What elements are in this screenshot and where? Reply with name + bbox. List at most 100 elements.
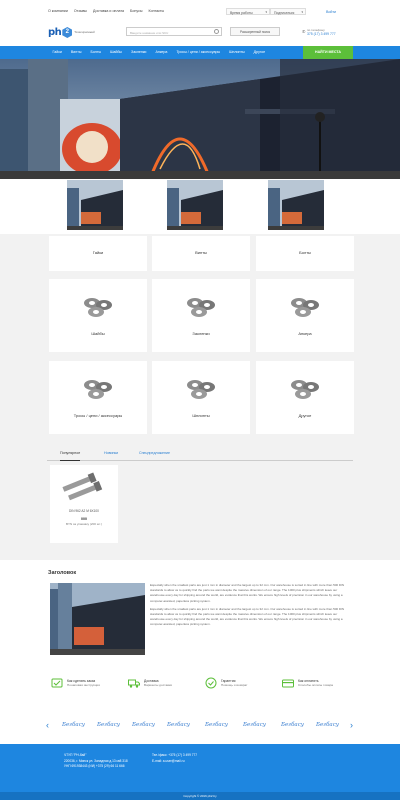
about-text: Especially when the smallest parts are j…	[150, 583, 352, 628]
top-links: О компании Отзывы Доставка и оплата Бону…	[48, 9, 164, 13]
work-hours-dropdown[interactable]: Время работы ▾	[226, 8, 270, 15]
advanced-search-button[interactable]: Расширенный поиск	[230, 27, 280, 36]
top-link-bonuses[interactable]: Бонусы	[130, 9, 142, 13]
category-card[interactable]: Болты	[256, 236, 354, 271]
feature-delivery[interactable]: Доставка Варианты доставки	[127, 676, 172, 690]
fastener-image	[187, 380, 215, 399]
nav-item-bolts[interactable]: Болты	[86, 46, 106, 59]
about-paragraph: Especially when the smallest parts are j…	[150, 583, 345, 603]
nav-item-screws[interactable]: Винты	[66, 46, 86, 59]
fastener-image	[291, 298, 319, 317]
brand-logo[interactable]: Бегбасу	[205, 722, 228, 728]
gallery-thumb[interactable]	[167, 180, 223, 230]
brand-logo[interactable]: Бегбасу	[62, 722, 85, 728]
gallery-thumb[interactable]	[268, 180, 324, 230]
brand-logo[interactable]: Бегбасу	[243, 722, 266, 728]
top-link-about[interactable]: О компании	[48, 9, 68, 13]
feature-sub: Помощь и возврат	[221, 683, 248, 688]
chevron-left-icon[interactable]: ‹	[46, 720, 49, 730]
top-link-reviews[interactable]: Отзывы	[74, 9, 87, 13]
nav-item-other[interactable]: Другое	[249, 46, 269, 59]
brands-carousel: ‹ Бегбасу Бегбасу Бегбасу Бегбасу Бегбас…	[0, 708, 400, 744]
brand-logo[interactable]: Бегбасу	[132, 722, 155, 728]
category-card[interactable]: Заклепки	[152, 279, 250, 352]
category-card[interactable]: Шайбы	[49, 279, 147, 352]
nav-item-washers[interactable]: Шайбы	[106, 46, 127, 59]
brand-logo[interactable]: Бегбасу	[97, 722, 120, 728]
hero-banner[interactable]	[0, 59, 400, 179]
gallery-strip	[0, 179, 400, 234]
search-input[interactable]: Введите название или SKU	[126, 27, 222, 36]
brand-logo[interactable]: Бегбасу	[281, 722, 304, 728]
subscribe-label: Подписаться	[274, 10, 295, 15]
feature-payment[interactable]: Как оплатить Способы оплаты товара	[281, 676, 333, 690]
category-label: Болты	[299, 250, 311, 255]
category-label: Заклепки	[192, 331, 210, 336]
search-placeholder: Введите название или SKU	[130, 30, 169, 35]
product-unit: BYN за упаковку (200 шт.)	[65, 522, 103, 526]
product-price: 000	[81, 517, 87, 521]
category-card[interactable]: Винты	[152, 236, 250, 271]
product-image	[62, 472, 103, 501]
category-card[interactable]: Шплинты	[152, 361, 250, 434]
nav-item-rivets[interactable]: Заклепки	[127, 46, 151, 59]
category-label: Тросы / цепи / аксессуары	[73, 413, 123, 418]
logo-badge: 2	[62, 27, 73, 38]
fastener-image	[187, 298, 215, 317]
fastener-image	[84, 380, 112, 399]
hero-image	[0, 59, 400, 179]
tab-new[interactable]: Новинки	[104, 451, 118, 455]
order-icon	[50, 676, 64, 690]
gallery-thumb[interactable]	[67, 180, 123, 230]
footer-phone[interactable]: Тел./факс: +375 (17) 3 499 777	[152, 753, 197, 759]
site-footer: ЧТУП "PH-бай" 220036, г. Минск ул. Запад…	[0, 744, 400, 792]
product-card[interactable]: DIN 962 A2 M 6X100 000 BYN за упаковку (…	[50, 465, 118, 543]
category-label: Другое	[298, 413, 312, 418]
top-link-contacts[interactable]: Контакты	[149, 9, 165, 13]
logo[interactable]: ph 2 Точки крепежей	[48, 27, 100, 38]
chevron-down-icon: ▾	[301, 10, 303, 14]
phone-number[interactable]: 375 (17) 3 499 777	[307, 32, 336, 36]
about-section: Заголовок Especially when the smallest p…	[0, 560, 400, 660]
nav-item-nuts[interactable]: Гайки	[48, 46, 66, 59]
category-card[interactable]: Анкера	[256, 279, 354, 352]
chevron-right-icon[interactable]: ›	[350, 720, 353, 730]
search-icon[interactable]	[214, 29, 219, 34]
category-label: Гайки	[92, 250, 104, 255]
brand-logo[interactable]: Бегбасу	[316, 722, 339, 728]
category-card[interactable]: Тросы / цепи / аксессуары	[49, 361, 147, 434]
logo-text: ph	[48, 27, 62, 38]
payment-icon	[281, 676, 295, 690]
category-card[interactable]: Другое	[256, 361, 354, 434]
nav-item-ropes[interactable]: Тросы / цепи / аксессуары	[172, 46, 225, 59]
fastener-image	[291, 380, 319, 399]
find-button[interactable]: НАЙТИ МЕСТА	[303, 46, 353, 59]
category-card[interactable]: Гайки	[49, 236, 147, 271]
tab-special[interactable]: Спецпредложение	[139, 451, 170, 455]
brand-logo[interactable]: Бегбасу	[167, 722, 190, 728]
nav-item-anchors[interactable]: Анкера	[151, 46, 172, 59]
about-paragraph: Especially when the smallest parts are j…	[150, 606, 345, 627]
product-code[interactable]: DIN 962 A2 M 6X100	[50, 509, 118, 513]
logo-tagline: Точки крепежей	[74, 29, 95, 34]
building-image	[167, 180, 223, 230]
header-phone: ✆ по телефону 375 (17) 3 499 777	[302, 28, 336, 36]
nav-item-pins[interactable]: Шплинты	[225, 46, 250, 59]
tab-popular[interactable]: Популярное	[60, 451, 81, 461]
copyright: Copyright © 2016 ph2.by	[0, 792, 400, 800]
category-label: Анкера	[298, 331, 312, 336]
top-bar: О компании Отзывы Доставка и оплата Бону…	[0, 0, 400, 20]
subscribe-dropdown[interactable]: Подписаться ▾	[270, 8, 306, 15]
footer-contacts: Тел./факс: +375 (17) 3 499 777 E-mail: a…	[152, 753, 197, 764]
category-label: Шайбы	[91, 331, 105, 336]
top-link-delivery[interactable]: Доставка и оплата	[93, 9, 124, 13]
feature-order[interactable]: Как сделать заказ Пошаговая инструкция	[50, 676, 100, 690]
category-label: Шплинты	[192, 413, 210, 418]
feature-guarantee[interactable]: Гарантия Помощь и возврат	[204, 676, 248, 690]
feature-sub: Способы оплаты товара	[298, 683, 334, 688]
about-image	[50, 583, 145, 655]
building-image	[268, 180, 324, 230]
login-link[interactable]: Войти	[326, 10, 336, 14]
company-unp: УНП 691938443 (ИИ) +375 (29) 66 11 666	[64, 764, 125, 769]
footer-email[interactable]: E-mail: a.user@mail.ru	[152, 759, 197, 765]
